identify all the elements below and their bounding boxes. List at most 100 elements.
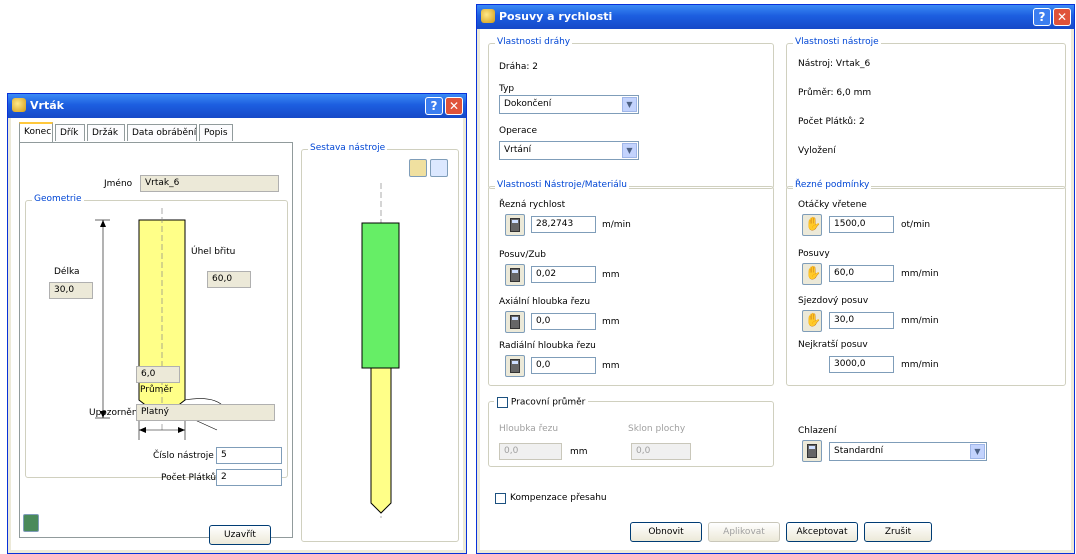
warning-label: Upozornění <box>89 408 141 418</box>
spindle-hand-icon[interactable]: ✋ <box>802 214 822 236</box>
tool-overhang: Vyložení <box>798 146 836 156</box>
length-field: 30,0 <box>49 282 93 299</box>
drill-dialog: Vrták ? ✕ Konec Dřík Držák Data obrábění… <box>7 93 467 554</box>
feed-tooth-unit: mm <box>602 270 620 280</box>
accept-button[interactable]: Akceptovat <box>786 522 858 542</box>
cutting-speed-label: Řezná rychlost <box>499 200 566 210</box>
app-icon <box>481 9 495 23</box>
spindle-label: Otáčky vřetene <box>798 200 867 210</box>
drill-dialog-titlebar[interactable]: Vrták ? ✕ <box>8 94 466 118</box>
cutting-speed-input[interactable]: 28,2743 <box>531 216 596 233</box>
spindle-input[interactable]: 1500,0 <box>829 216 894 233</box>
radial-depth-unit: mm <box>602 361 620 371</box>
plunge-unit: mm/min <box>901 316 939 326</box>
operation-label: Operace <box>499 126 538 136</box>
tip-angle-label: Úhel břitu <box>191 247 236 257</box>
type-select[interactable]: Dokončení ▼ <box>499 95 639 114</box>
surface-slope-input[interactable]: 0,0 <box>631 443 691 460</box>
coolant-calculator-icon[interactable] <box>802 440 822 462</box>
chevron-down-icon[interactable]: ▼ <box>622 97 637 112</box>
tab-data-obrabeni[interactable]: Data obrábění <box>127 124 197 141</box>
flutes-input[interactable]: 2 <box>216 469 282 486</box>
tool-flutes: Počet Plátků: 2 <box>798 117 865 127</box>
plunge-hand-icon[interactable]: ✋ <box>802 310 822 332</box>
tool-assembly-title: Sestava nástroje <box>308 143 388 153</box>
name-field: Vrtak_6 <box>140 175 279 192</box>
tab-drzak[interactable]: Držák <box>87 124 125 141</box>
tab-konec[interactable]: Konec <box>19 122 53 142</box>
warning-field: Platný <box>136 404 275 421</box>
radial-depth-label: Radiální hloubka řezu <box>499 341 596 351</box>
feeds-dialog-body: Vlastnosti dráhy Dráha: 2 Typ Dokončení … <box>480 29 1071 550</box>
diameter-label: Průměr <box>140 385 173 395</box>
name-label: Jméno <box>104 179 133 189</box>
feed-tooth-calculator-icon[interactable] <box>505 264 525 286</box>
plunge-input[interactable]: 30,0 <box>829 312 894 329</box>
surface-slope-label: Sklon plochy <box>628 424 686 434</box>
close-button[interactable]: Uzavřít <box>209 525 271 545</box>
type-value: Dokončení <box>504 99 552 109</box>
tool-diameter: Průměr: 6,0 mm <box>798 88 872 98</box>
path-text: Dráha: 2 <box>499 62 538 72</box>
chevron-down-icon[interactable]: ▼ <box>622 143 637 158</box>
coolant-label: Chlazení <box>798 426 837 436</box>
flutes-label: Počet Plátků <box>161 473 217 483</box>
coolant-select[interactable]: Standardní ▼ <box>829 442 987 461</box>
feeds-dialog-titlebar[interactable]: Posuvy a rychlosti ? ✕ <box>477 5 1074 29</box>
overlap-label: Kompenzace přesahu <box>510 493 607 503</box>
assembly-view-icon[interactable] <box>409 159 427 177</box>
path-properties-title: Vlastnosti dráhy <box>495 37 573 47</box>
feeds-input[interactable]: 60,0 <box>829 265 894 282</box>
tool-assembly-diagram <box>361 183 400 518</box>
tip-angle-field: 60,0 <box>207 271 251 288</box>
feeds-unit: mm/min <box>901 269 939 279</box>
cutting-conditions-group: Řezné podmínky <box>786 180 1066 386</box>
plunge-label: Sjezdový posuv <box>798 296 869 306</box>
close-icon[interactable]: ✕ <box>1053 8 1071 26</box>
refresh-button[interactable]: Obnovit <box>630 522 702 542</box>
feeds-label: Posuvy <box>798 249 830 259</box>
axial-depth-label: Axiální hloubka řezu <box>499 297 591 307</box>
tab-popis[interactable]: Popis <box>199 124 233 141</box>
cutting-conditions-title: Řezné podmínky <box>793 180 872 190</box>
radial-depth-input[interactable]: 0,0 <box>531 357 596 374</box>
tab-drik[interactable]: Dřík <box>55 124 85 141</box>
material-properties-title: Vlastnosti Nástroje/Materiálu <box>495 180 629 190</box>
diameter-field: 6,0 <box>136 366 180 383</box>
cutting-speed-unit: m/min <box>602 220 631 230</box>
feed-tooth-label: Posuv/Zub <box>499 250 546 260</box>
database-icon[interactable] <box>23 514 39 532</box>
type-label: Typ <box>499 84 515 94</box>
operation-select[interactable]: Vrtání ▼ <box>499 141 639 160</box>
tool-properties-title: Vlastnosti nástroje <box>793 37 881 47</box>
axial-depth-calculator-icon[interactable] <box>505 311 525 333</box>
working-diameter-header: Pracovní průměr <box>494 397 589 409</box>
feed-tooth-input[interactable]: 0,02 <box>531 266 596 283</box>
cutting-speed-calculator-icon[interactable] <box>505 214 525 236</box>
feeds-dialog-title: Posuvy a rychlosti <box>499 10 613 23</box>
help-icon[interactable]: ? <box>425 97 443 115</box>
cancel-button[interactable]: Zrušit <box>864 522 932 542</box>
app-icon <box>12 98 26 112</box>
radial-depth-calculator-icon[interactable] <box>505 355 525 377</box>
apply-button[interactable]: Aplikovat <box>708 522 780 542</box>
rapid-unit: mm/min <box>901 360 939 370</box>
feeds-hand-icon[interactable]: ✋ <box>802 263 822 285</box>
operation-value: Vrtání <box>504 145 532 155</box>
chevron-down-icon[interactable]: ▼ <box>970 444 985 459</box>
tool-number-input[interactable]: 5 <box>216 447 282 464</box>
tool-number-label: Číslo nástroje <box>153 451 214 461</box>
overlap-checkbox[interactable] <box>495 493 506 504</box>
feeds-speeds-dialog: Posuvy a rychlosti ? ✕ Vlastnosti dráhy … <box>476 4 1075 554</box>
cut-depth-label: Hloubka řezu <box>499 424 559 434</box>
help-icon[interactable]: ? <box>1033 8 1051 26</box>
rapid-input[interactable]: 3000,0 <box>829 356 894 373</box>
working-diameter-checkbox[interactable] <box>497 397 508 408</box>
length-label: Délka <box>54 267 80 277</box>
working-diameter-label: Pracovní průměr <box>510 397 586 408</box>
axial-depth-input[interactable]: 0,0 <box>531 313 596 330</box>
cut-depth-input[interactable]: 0,0 <box>499 443 562 460</box>
close-icon[interactable]: ✕ <box>445 97 463 115</box>
assembly-edit-icon[interactable] <box>430 159 448 177</box>
cut-depth-unit: mm <box>570 447 588 457</box>
